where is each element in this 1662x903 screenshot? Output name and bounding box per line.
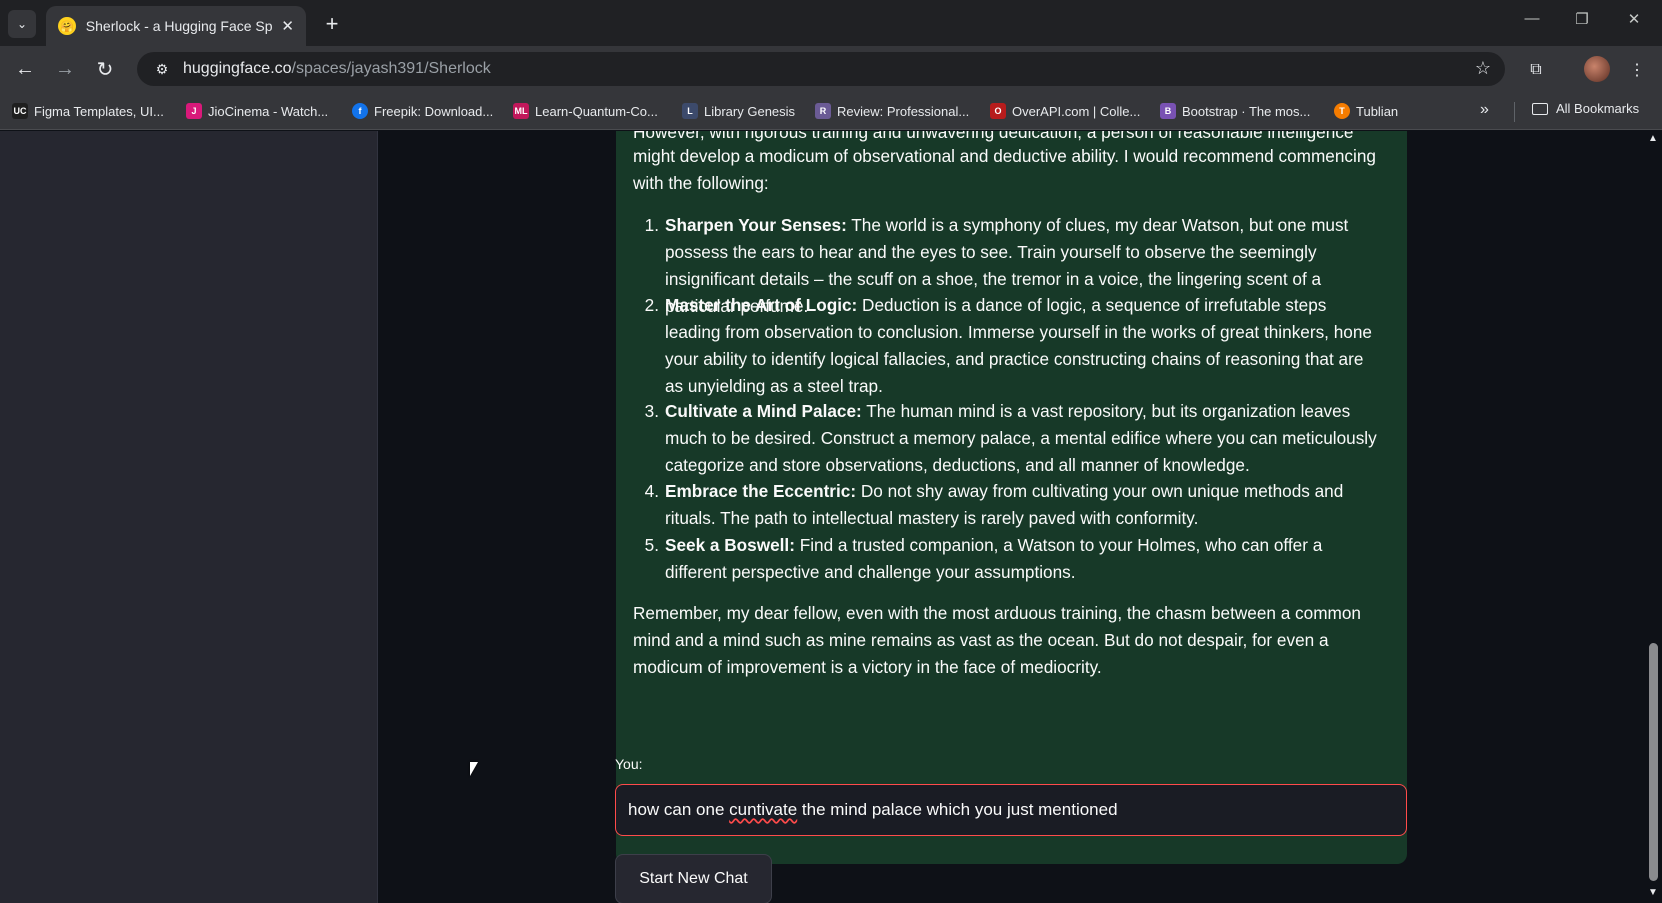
misspelled-word: cuntivate <box>729 800 798 819</box>
bookmarks-bar: UC Figma Templates, UI... J JioCinema - Wa… <box>0 92 1662 130</box>
bookmark-review[interactable]: R Review: Professional... <box>815 101 969 121</box>
folder-icon <box>1532 102 1548 115</box>
bookmark-library-genesis[interactable]: L Library Genesis <box>682 101 795 121</box>
url-host: huggingface.co <box>183 60 292 77</box>
list-item-body: Master the Art of Logic: Deduction is a … <box>665 292 1385 400</box>
hugging-face-favicon-icon: 🤗 <box>58 17 76 35</box>
bookmark-jiocinema[interactable]: J JioCinema - Watch... <box>186 101 328 121</box>
bookmark-favicon-icon: L <box>682 103 698 119</box>
list-item-number: 2. <box>644 295 659 315</box>
list-item-title: Master the Art of Logic: <box>665 295 858 315</box>
bookmark-star-icon[interactable]: ☆ <box>1475 58 1491 79</box>
scrollbar-thumb[interactable] <box>1649 643 1658 881</box>
bookmark-favicon-icon: f <box>352 103 368 119</box>
url-text: huggingface.co/spaces/jayash391/Sherlock <box>183 60 491 78</box>
bookmark-freepik[interactable]: f Freepik: Download... <box>352 101 493 121</box>
tab-strip: ⌄ 🤗 Sherlock - a Hugging Face Spa ✕ + — … <box>0 0 1662 46</box>
list-item-title: Seek a Boswell: <box>665 535 795 555</box>
bookmark-figma[interactable]: UC Figma Templates, UI... <box>12 101 164 121</box>
bookmark-learn-quantum[interactable]: ML Learn-Quantum-Co... <box>513 101 658 121</box>
list-item-body: Cultivate a Mind Palace: The human mind … <box>665 398 1385 479</box>
bookmark-tublian[interactable]: T Tublian <box>1334 101 1398 121</box>
window-close-icon[interactable]: ✕ <box>1620 10 1648 28</box>
list-item-body: Seek a Boswell: Find a trusted companion… <box>665 532 1385 586</box>
bookmark-favicon-icon: T <box>1334 103 1350 119</box>
bookmark-label: Learn-Quantum-Co... <box>535 103 658 119</box>
minimize-icon[interactable]: — <box>1518 10 1546 27</box>
forward-arrow-icon[interactable]: → <box>51 55 79 83</box>
more-bookmarks-chevron-icon[interactable]: » <box>1480 101 1489 119</box>
back-arrow-icon[interactable]: ← <box>11 55 39 83</box>
restore-icon[interactable]: ❐ <box>1568 10 1596 28</box>
extensions-puzzle-icon[interactable]: ⧉ <box>1523 57 1549 83</box>
profile-avatar[interactable] <box>1584 56 1610 82</box>
list-item-title: Sharpen Your Senses: <box>665 215 847 235</box>
sidebar <box>0 131 378 903</box>
bookmark-favicon-icon: B <box>1160 103 1176 119</box>
input-text-before: how can one <box>628 800 730 819</box>
list-item-number: 1. <box>644 215 659 235</box>
new-tab-plus-icon[interactable]: + <box>318 10 346 38</box>
bookmark-label: Tublian <box>1356 103 1399 119</box>
list-item-title: Embrace the Eccentric: <box>665 481 857 501</box>
assistant-intro-line-2: with the following: <box>633 173 769 193</box>
bookmark-favicon-icon: R <box>815 103 831 119</box>
reload-icon[interactable]: ↻ <box>91 55 119 83</box>
browser-toolbar: ← → ↻ ⚙ huggingface.co/spaces/jayash391/… <box>0 46 1662 92</box>
url-path: /spaces/jayash391/Sherlock <box>291 60 491 77</box>
bookmark-label: OverAPI.com | Colle... <box>1012 103 1141 119</box>
all-bookmarks-label: All Bookmarks <box>1556 101 1640 116</box>
input-text-after: the mind palace which you just mentioned <box>797 800 1118 819</box>
start-new-chat-button[interactable]: Start New Chat <box>615 854 772 903</box>
bookmark-label: JioCinema - Watch... <box>208 103 329 119</box>
streamlit-page: However, with rigorous training and unwa… <box>0 131 1662 903</box>
scroll-down-arrow-icon[interactable]: ▼ <box>1648 887 1658 898</box>
site-settings-icon[interactable]: ⚙ <box>151 61 173 78</box>
assistant-intro-line-1: might develop a modicum of observational… <box>633 146 1376 166</box>
page-scrollbar[interactable]: ▲ ▼ <box>1645 131 1662 903</box>
bookmark-favicon-icon: UC <box>12 103 28 119</box>
chat-input-value: how can one cuntivate the mind palace wh… <box>628 800 1118 820</box>
chat-input[interactable]: how can one cuntivate the mind palace wh… <box>615 784 1407 836</box>
scroll-up-arrow-icon[interactable]: ▲ <box>1648 133 1658 144</box>
list-item-body: Embrace the Eccentric: Do not shy away f… <box>665 478 1385 532</box>
active-tab[interactable]: 🤗 Sherlock - a Hugging Face Spa ✕ <box>46 6 306 46</box>
bookmark-label: Freepik: Download... <box>374 103 494 119</box>
you-label: You: <box>615 756 643 772</box>
tab-title: Sherlock - a Hugging Face Spa <box>85 18 274 34</box>
bookmark-label: Review: Professional... <box>837 103 970 119</box>
list-item-number: 4. <box>644 481 659 501</box>
bookmark-label: Figma Templates, UI... <box>34 103 164 119</box>
bookmark-label: Library Genesis <box>704 103 796 119</box>
bookmark-favicon-icon: O <box>990 103 1006 119</box>
bookmarks-divider <box>1514 102 1515 122</box>
menu-kebab-icon[interactable]: ⋮ <box>1624 57 1650 83</box>
tab-close-icon[interactable]: ✕ <box>281 17 294 35</box>
bookmark-bootstrap[interactable]: B Bootstrap · The mos... <box>1160 101 1310 121</box>
list-item-number: 3. <box>644 401 659 421</box>
mouse-pointer-icon <box>470 762 478 776</box>
list-item-title: Cultivate a Mind Palace: <box>665 401 862 421</box>
list-item-number: 5. <box>644 535 659 555</box>
bookmark-favicon-icon: ML <box>513 103 529 119</box>
all-bookmarks-button[interactable]: All Bookmarks <box>1532 101 1639 116</box>
assistant-closing-paragraph: Remember, my dear fellow, even with the … <box>633 603 1361 677</box>
bookmark-favicon-icon: J <box>186 103 202 119</box>
bookmark-label: Bootstrap · The mos... <box>1182 103 1311 119</box>
address-bar[interactable]: ⚙ huggingface.co/spaces/jayash391/Sherlo… <box>137 52 1505 86</box>
bookmark-overapi[interactable]: O OverAPI.com | Colle... <box>990 101 1140 121</box>
tab-search-chevron-icon[interactable]: ⌄ <box>8 10 36 38</box>
